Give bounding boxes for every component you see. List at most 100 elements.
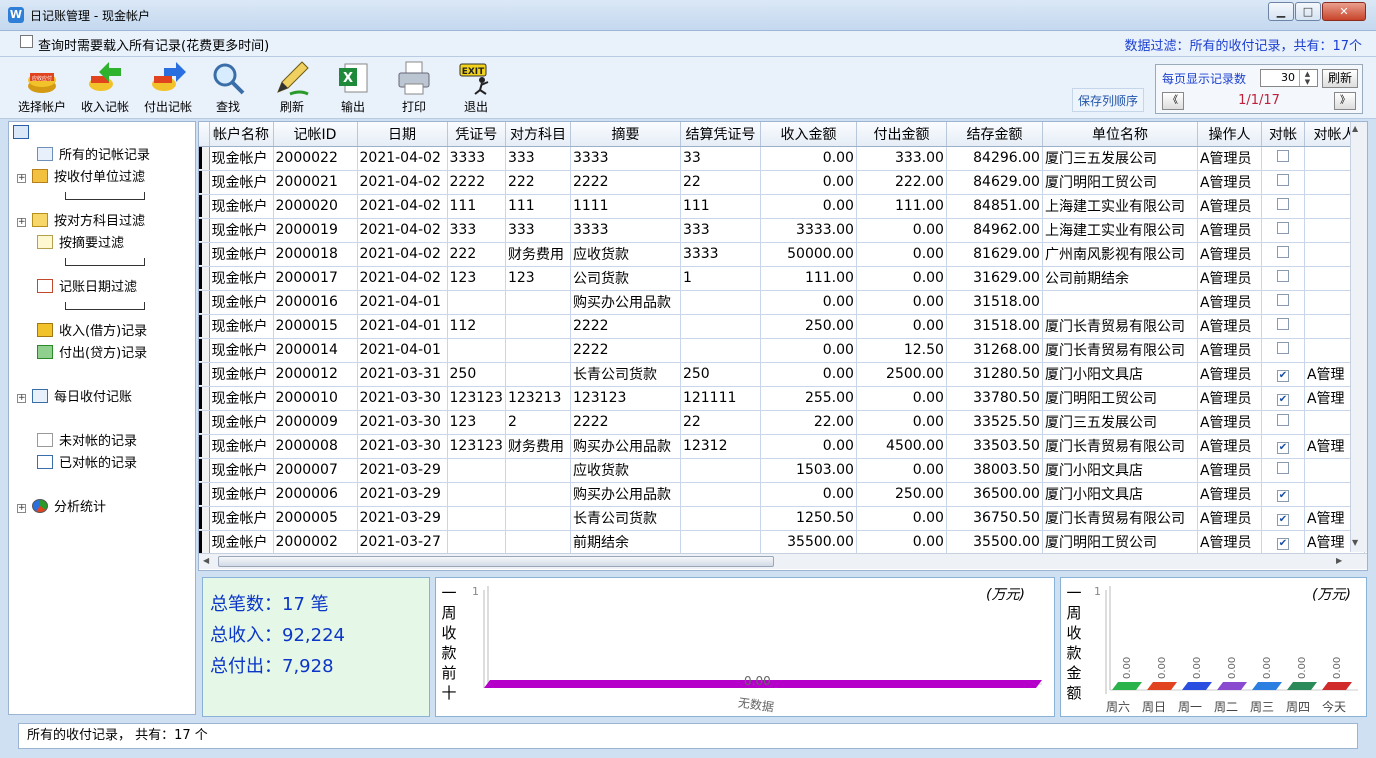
table-cell[interactable]: 31518.00	[946, 290, 1043, 315]
table-cell[interactable]: 2000006	[273, 482, 358, 507]
row-indicator[interactable]	[199, 146, 210, 171]
reconciled-checkbox-cell[interactable]	[1261, 242, 1305, 267]
table-cell[interactable]: 0.00	[856, 506, 947, 531]
table-cell[interactable]: 2021-03-30	[357, 410, 448, 435]
reconciled-checkbox-cell[interactable]: ✔	[1261, 362, 1305, 387]
expand-icon[interactable]: +	[17, 218, 26, 227]
pager-refresh-button[interactable]: 刷新	[1322, 69, 1358, 88]
table-cell[interactable]: 0.00	[760, 362, 857, 387]
table-cell[interactable]: 2000021	[273, 170, 358, 195]
table-cell[interactable]: A管理员	[1197, 242, 1262, 267]
table-cell[interactable]: 2021-04-01	[357, 338, 448, 363]
table-cell[interactable]: 84629.00	[946, 170, 1043, 195]
table-cell[interactable]: 50000.00	[760, 242, 857, 267]
table-cell[interactable]: 应收货款	[570, 242, 681, 267]
table-cell[interactable]: 33780.50	[946, 386, 1043, 411]
table-cell[interactable]: 2021-03-30	[357, 386, 448, 411]
table-cell[interactable]: 现金帐户	[209, 218, 274, 243]
table-cell[interactable]	[1042, 290, 1198, 315]
table-cell[interactable]: 厦门明阳工贸公司	[1042, 530, 1198, 555]
table-cell[interactable]	[447, 482, 506, 507]
table-cell[interactable]: 厦门明阳工贸公司	[1042, 386, 1198, 411]
table-cell[interactable]: 厦门明阳工贸公司	[1042, 170, 1198, 195]
row-indicator[interactable]	[199, 362, 210, 387]
table-cell[interactable]: 333	[505, 146, 571, 171]
tree-item-unreconciled[interactable]: 未对帐的记录	[37, 432, 137, 452]
table-cell[interactable]: 222.00	[856, 170, 947, 195]
table-cell[interactable]: 2500.00	[856, 362, 947, 387]
table-cell[interactable]: 2000017	[273, 266, 358, 291]
table-cell[interactable]: 2222	[570, 170, 681, 195]
table-cell[interactable]: 0.00	[856, 242, 947, 267]
table-row[interactable]: 现金帐户 2000020 2021-04-02 111 111 1111 111 0.00 11…	[199, 194, 1365, 219]
table-cell[interactable]: 0.00	[760, 146, 857, 171]
table-cell[interactable]: 厦门长青贸易有限公司	[1042, 434, 1198, 459]
table-cell[interactable]: A管理员	[1197, 218, 1262, 243]
table-cell[interactable]: 22.00	[760, 410, 857, 435]
row-indicator[interactable]	[199, 218, 210, 243]
table-cell[interactable]: 2000018	[273, 242, 358, 267]
table-cell[interactable]: 3333	[570, 146, 681, 171]
table-cell[interactable]: 123	[447, 410, 506, 435]
table-cell[interactable]: 厦门三五发展公司	[1042, 146, 1198, 171]
table-row[interactable]: 现金帐户 2000009 2021-03-30 123 2 2222 22 22.00 0.00…	[199, 410, 1365, 435]
table-cell[interactable]	[680, 482, 761, 507]
reconciled-checkbox-cell[interactable]	[1261, 290, 1305, 315]
table-cell[interactable]	[447, 338, 506, 363]
table-cell[interactable]: 现金帐户	[209, 266, 274, 291]
table-cell[interactable]: 0.00	[856, 386, 947, 411]
reconciled-checkbox-cell[interactable]: ✔	[1261, 386, 1305, 411]
table-cell[interactable]: A管理员	[1197, 314, 1262, 339]
table-cell[interactable]	[505, 338, 571, 363]
table-cell[interactable]: 2021-04-02	[357, 170, 448, 195]
table-cell[interactable]: 2000002	[273, 530, 358, 555]
table-cell[interactable]: 2021-04-02	[357, 194, 448, 219]
table-cell[interactable]: 3333	[680, 242, 761, 267]
tree-item-by-unit[interactable]: + 按收付单位过滤	[17, 168, 145, 188]
table-cell[interactable]: 33503.50	[946, 434, 1043, 459]
table-cell[interactable]	[447, 458, 506, 483]
table-cell[interactable]: 0.00	[856, 410, 947, 435]
table-cell[interactable]: 2021-04-01	[357, 290, 448, 315]
reconciled-checkbox-cell[interactable]	[1261, 410, 1305, 435]
table-cell[interactable]: 财务费用	[505, 434, 571, 459]
table-row[interactable]: 现金帐户 2000021 2021-04-02 2222 222 2222 22 0.00 22…	[199, 170, 1365, 195]
table-cell[interactable]: 121111	[680, 386, 761, 411]
table-cell[interactable]: 长青公司货款	[570, 506, 681, 531]
table-cell[interactable]: 厦门长青贸易有限公司	[1042, 506, 1198, 531]
table-cell[interactable]	[505, 482, 571, 507]
table-row[interactable]: 现金帐户 2000006 2021-03-29 购买办公用品款 0.00 250.00 36…	[199, 482, 1365, 507]
column-header[interactable]: 结算凭证号	[680, 122, 761, 147]
table-cell[interactable]: 现金帐户	[209, 482, 274, 507]
table-cell[interactable]: 0.00	[760, 482, 857, 507]
table-cell[interactable]: 123	[447, 266, 506, 291]
table-cell[interactable]	[680, 506, 761, 531]
table-cell[interactable]: 84851.00	[946, 194, 1043, 219]
reconciled-checkbox-cell[interactable]	[1261, 146, 1305, 171]
table-cell[interactable]: 33	[680, 146, 761, 171]
table-cell[interactable]: 333	[447, 218, 506, 243]
column-header[interactable]: 收入金额	[760, 122, 857, 147]
prev-page-button[interactable]: 《	[1162, 92, 1184, 110]
reconciled-checkbox-cell[interactable]: ✔	[1261, 506, 1305, 531]
tree-item-analysis[interactable]: + 分析统计	[17, 498, 106, 518]
reconciled-checkbox[interactable]	[1276, 174, 1289, 186]
reconciled-checkbox[interactable]	[1276, 342, 1289, 354]
table-cell[interactable]: 22	[680, 410, 761, 435]
table-cell[interactable]	[505, 314, 571, 339]
row-indicator[interactable]	[199, 242, 210, 267]
tree-item-reconciled[interactable]: 已对帐的记录	[37, 454, 137, 474]
close-button[interactable]: ✕	[1322, 2, 1366, 21]
table-cell[interactable]: 2	[505, 410, 571, 435]
table-cell[interactable]	[680, 314, 761, 339]
table-cell[interactable]: 36500.00	[946, 482, 1043, 507]
table-cell[interactable]: 123213	[505, 386, 571, 411]
table-cell[interactable]: 2021-04-02	[357, 266, 448, 291]
column-header[interactable]: 帐户名称	[209, 122, 274, 147]
table-cell[interactable]: 2021-03-27	[357, 530, 448, 555]
row-indicator[interactable]	[199, 338, 210, 363]
row-indicator[interactable]	[199, 314, 210, 339]
table-row[interactable]: 现金帐户 2000008 2021-03-30 123123 财务费用 购买办公用品款 12…	[199, 434, 1365, 459]
print-button[interactable]: 打印	[384, 60, 444, 115]
scroll-up-icon[interactable]: ▲	[1352, 124, 1358, 133]
